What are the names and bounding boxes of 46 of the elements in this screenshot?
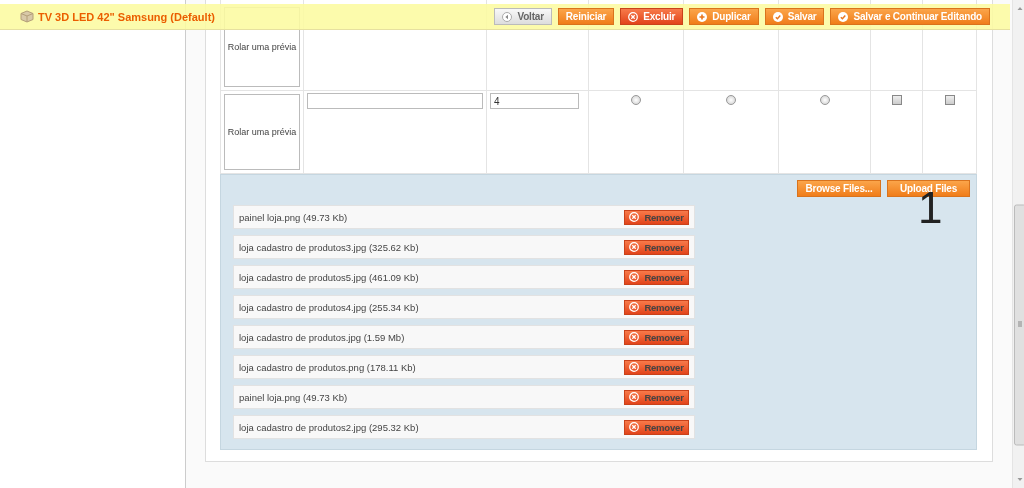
browse-files-button[interactable]: Browse Files... bbox=[797, 180, 881, 197]
close-icon bbox=[629, 272, 640, 282]
file-name: loja cadastro de produtos5.jpg (461.09 Kb) bbox=[239, 271, 419, 283]
radio-button[interactable] bbox=[819, 95, 830, 105]
delete-button[interactable]: Excluir bbox=[620, 8, 684, 25]
checkbox[interactable] bbox=[944, 95, 955, 105]
remove-button[interactable]: Remover bbox=[624, 239, 689, 255]
remove-button[interactable]: Remover bbox=[624, 359, 689, 375]
close-icon bbox=[629, 212, 640, 222]
plus-icon bbox=[697, 11, 708, 22]
remove-button[interactable]: Remover bbox=[624, 209, 689, 225]
back-button[interactable]: Voltar bbox=[494, 8, 552, 25]
remove-button[interactable]: Remover bbox=[624, 329, 689, 345]
file-name: loja cadastro de produtos.jpg (1.59 Mb) bbox=[239, 331, 405, 343]
reset-button[interactable]: Reiniciar bbox=[557, 8, 615, 25]
check-icon bbox=[838, 11, 849, 22]
file-name: painel loja.png (49.73 Kb) bbox=[239, 211, 348, 223]
file-name: loja cadastro de produtos.png (178.11 Kb) bbox=[239, 361, 416, 373]
duplicate-button[interactable]: Duplicar bbox=[689, 8, 759, 25]
label-input[interactable] bbox=[307, 93, 483, 109]
remove-button[interactable]: Remover bbox=[624, 299, 689, 315]
file-name: loja cadastro de produtos3.jpg (325.62 Kb) bbox=[239, 241, 419, 253]
close-icon bbox=[629, 362, 640, 372]
sort-order-input[interactable]: 4 bbox=[490, 93, 579, 109]
file-name: loja cadastro de produtos4.jpg (255.34 Kb) bbox=[239, 301, 419, 313]
radio-button[interactable] bbox=[726, 95, 736, 105]
product-title: TV 3D LED 42" Samsung (Default) bbox=[38, 10, 215, 23]
save-button[interactable]: Salvar bbox=[764, 8, 825, 25]
close-icon bbox=[629, 302, 640, 312]
remove-button[interactable]: Remover bbox=[624, 269, 689, 285]
check-icon bbox=[772, 11, 783, 22]
file-name: loja cadastro de produtos2.jpg (295.32 Kb) bbox=[239, 421, 419, 433]
close-icon bbox=[628, 11, 639, 22]
close-icon bbox=[629, 422, 640, 432]
radio-button[interactable] bbox=[631, 95, 641, 105]
file-name: painel loja.png (49.73 Kb) bbox=[239, 391, 348, 403]
close-icon bbox=[629, 332, 640, 342]
save-button[interactable]: Salvar e Continuar Editando bbox=[830, 8, 990, 25]
back-icon bbox=[502, 11, 513, 22]
image-preview: Rolar uma prévia bbox=[224, 94, 300, 170]
remove-button[interactable]: Remover bbox=[624, 389, 689, 405]
remove-button[interactable]: Remover bbox=[624, 419, 689, 435]
checkbox[interactable] bbox=[891, 95, 902, 105]
close-icon bbox=[629, 392, 640, 402]
cube-icon bbox=[20, 10, 34, 23]
close-icon bbox=[629, 242, 640, 252]
